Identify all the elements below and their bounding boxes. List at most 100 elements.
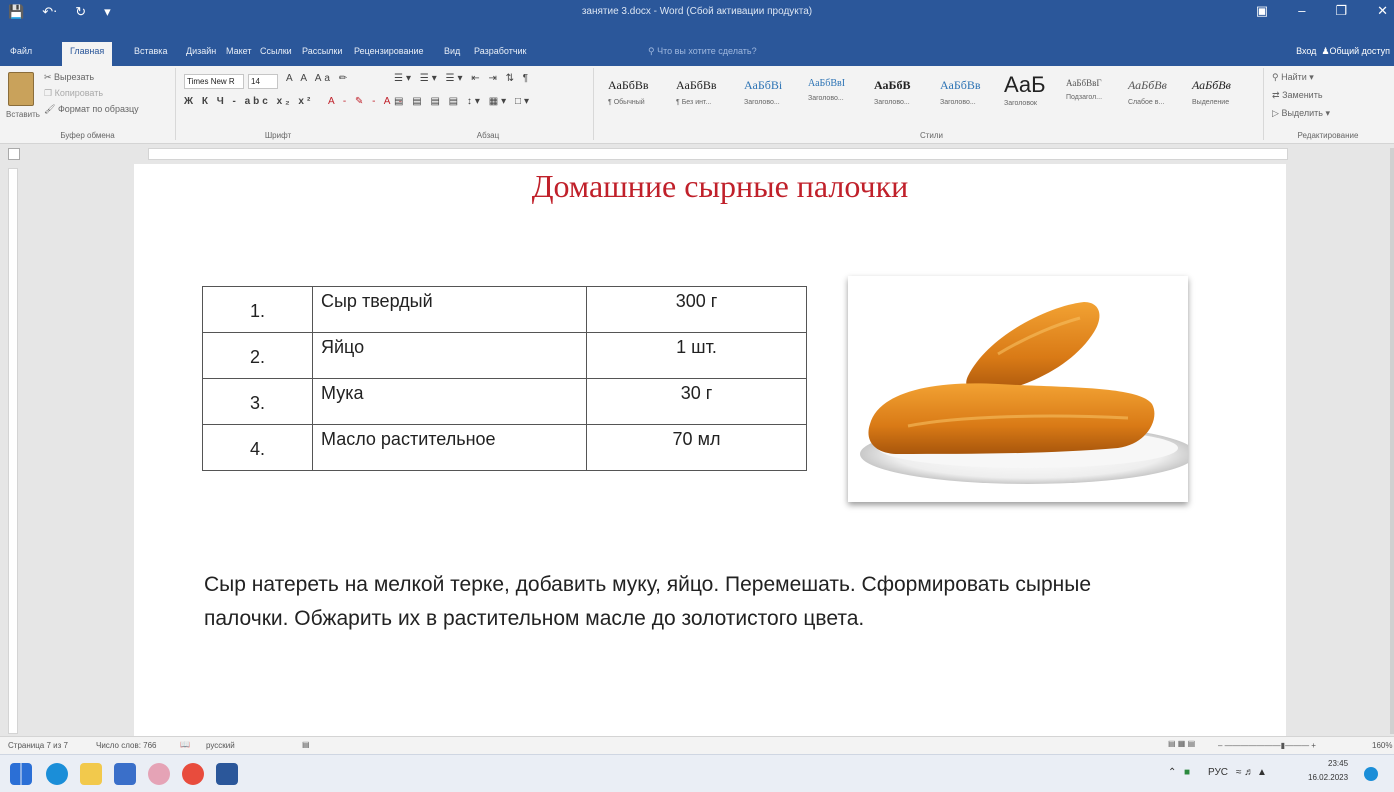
vertical-scrollbar[interactable]: [1390, 148, 1394, 734]
taskbar: ⌃ ■ РУС ≈ ♬ ▲ 23:45 16.02.2023: [0, 754, 1394, 792]
tab-insert[interactable]: Вставка: [134, 46, 167, 56]
ingredient-number: 1.: [202, 286, 313, 333]
ingredients-table: 1. Сыр твердый 300 г 2. Яйцо 1 шт. 3. Му…: [202, 286, 807, 471]
minimize-button[interactable]: –: [1298, 3, 1305, 19]
tab-developer[interactable]: Разработчик: [474, 46, 526, 56]
cheese-sticks-photo[interactable]: [848, 276, 1196, 502]
tab-references[interactable]: Ссылки: [260, 46, 292, 56]
network-volume-icons[interactable]: ≈ ♬ ▲: [1236, 767, 1267, 778]
ingredient-quantity: 70 мл: [586, 424, 807, 471]
tab-home[interactable]: Главная: [62, 42, 113, 66]
zoom-slider[interactable]: – ———————▮——— +: [1218, 741, 1316, 750]
style-item[interactable]: АаБбВ Заголово...: [874, 78, 910, 106]
title-bar: 💾 ↶⋅ ↻ ▾ занятие 3.docx - Word (Сбой акт…: [0, 0, 1394, 26]
cut-button[interactable]: ✂ Вырезать: [44, 72, 94, 83]
start-button[interactable]: [10, 763, 32, 785]
table-row: 3. Мука 30 г: [202, 378, 807, 425]
style-item[interactable]: АаБбВвГ Подзагол...: [1066, 78, 1102, 101]
style-item[interactable]: АаБбВв ¶ Без инт...: [676, 78, 717, 106]
keyboard-language[interactable]: РУС: [1208, 767, 1228, 778]
horizontal-ruler[interactable]: [148, 148, 1288, 160]
paste-button[interactable]: Вставить: [6, 110, 40, 119]
file-explorer-icon[interactable]: [80, 763, 102, 785]
style-item[interactable]: АаБбВвІ Заголово...: [808, 78, 845, 102]
account-area[interactable]: Вход ♟Общий доступ: [1296, 46, 1390, 57]
tab-review[interactable]: Рецензирование: [354, 46, 424, 56]
editing-label: Редактирование: [1297, 131, 1359, 140]
word-icon[interactable]: [216, 763, 238, 785]
format-painter-button[interactable]: 🖌 Формат по образцу: [44, 104, 139, 115]
tab-selector[interactable]: [8, 148, 20, 160]
ingredient-quantity: 30 г: [586, 378, 807, 425]
view-buttons[interactable]: ▤ ▦ ▤: [1168, 739, 1195, 748]
window-controls: ▣ – ❐ ✕: [1256, 3, 1388, 19]
notification-icon[interactable]: [1364, 767, 1378, 781]
restore-button[interactable]: ❐: [1335, 3, 1347, 19]
ribbon: Вставить ✂ Вырезать ❐ Копировать 🖌 Форма…: [0, 66, 1394, 144]
language-indicator[interactable]: русский: [206, 741, 235, 750]
chrome-icon[interactable]: [182, 763, 204, 785]
ingredient-number: 4.: [202, 424, 313, 471]
sign-in-link[interactable]: Вход: [1296, 46, 1316, 56]
share-button[interactable]: Общий доступ: [1330, 46, 1390, 56]
word-count[interactable]: Число слов: 766: [96, 741, 156, 750]
page-count[interactable]: Страница 7 из 7: [8, 741, 68, 750]
store-icon[interactable]: [114, 763, 136, 785]
document-page[interactable]: Домашние сырные палочки 1. Сыр твердый 3…: [134, 164, 1286, 736]
font-format-buttons[interactable]: Ж К Ч - abc x₂ x²: [184, 96, 313, 107]
ingredient-quantity: 1 шт.: [586, 332, 807, 379]
ingredient-quantity: 300 г: [586, 286, 807, 333]
lightbulb-icon: ⚲: [648, 46, 658, 56]
ribbon-display-options-icon[interactable]: ▣: [1256, 3, 1268, 19]
style-item[interactable]: АаБ Заголовок: [1004, 72, 1046, 107]
tab-design[interactable]: Дизайн: [186, 46, 216, 56]
proofing-icon[interactable]: 📖: [180, 740, 190, 749]
list-buttons[interactable]: ☰▾ ☰▾ ☰▾ ⇤ ⇥ ⇅ ¶: [394, 73, 531, 84]
tab-layout[interactable]: Макет: [226, 46, 251, 56]
style-item[interactable]: АаБбВв Слабое в...: [1128, 78, 1167, 106]
macro-icon[interactable]: ▤: [302, 740, 310, 749]
select-button[interactable]: ▷ Выделить ▾: [1272, 108, 1330, 119]
tab-view[interactable]: Вид: [444, 46, 460, 56]
app-icon[interactable]: [148, 763, 170, 785]
font-size-box[interactable]: 14: [248, 74, 278, 89]
status-bar: Страница 7 из 7 Число слов: 766 📖 русски…: [0, 736, 1394, 754]
ingredient-name: Яйцо: [312, 332, 587, 379]
edge-icon[interactable]: [46, 763, 68, 785]
styles-gallery: АаБбВв ¶ Обычный АаБбВв ¶ Без инт... АаБбВ…: [600, 68, 1264, 140]
style-item[interactable]: АаБбВв Заголово...: [940, 78, 981, 106]
tell-me-search[interactable]: ⚲ Что вы хотите сделать?: [648, 46, 757, 57]
font-size-buttons[interactable]: A A Aa ✏: [286, 73, 350, 84]
tray-chevron-icon[interactable]: ⌃: [1168, 767, 1176, 778]
person-icon: ♟: [1321, 46, 1330, 56]
tab-mailings[interactable]: Рассылки: [302, 46, 342, 56]
clipboard-label: Буфер обмена: [60, 131, 115, 140]
replace-icon: ⇄: [1272, 90, 1280, 100]
search-icon: ⚲: [1272, 72, 1279, 82]
vertical-ruler[interactable]: [8, 168, 18, 734]
instructions-paragraph: Сыр натереть на мелкой терке, добавить м…: [204, 573, 1092, 630]
clock-date: 16.02.2023: [1308, 773, 1349, 782]
style-item[interactable]: АаБбВв Выделение: [1192, 78, 1231, 106]
window-title: занятие 3.docx - Word (Сбой активации пр…: [581, 6, 813, 17]
paste-icon[interactable]: [8, 72, 34, 106]
tab-file[interactable]: Файл: [10, 46, 32, 56]
copy-button[interactable]: ❐ Копировать: [44, 88, 103, 99]
close-button[interactable]: ✕: [1377, 3, 1388, 19]
alignment-buttons[interactable]: ▤ ▤ ▤ ▤ ↕▾ ▦▾ □▾: [394, 96, 532, 107]
tray-app-icon[interactable]: ■: [1184, 767, 1190, 778]
find-button[interactable]: ⚲ Найти ▾: [1272, 72, 1314, 83]
style-item[interactable]: АаБбВв ¶ Обычный: [608, 78, 649, 106]
ingredient-name: Сыр твердый: [312, 286, 587, 333]
zoom-level[interactable]: 160%: [1372, 741, 1392, 750]
font-name-box[interactable]: Times New R: [184, 74, 244, 89]
ingredient-name: Масло растительное: [312, 424, 587, 471]
cursor-icon: ▷: [1272, 108, 1279, 118]
ingredient-number: 3.: [202, 378, 313, 425]
font-group: Times New R 14 A A Aa ✏ Ж К Ч - abc x₂ x…: [178, 68, 594, 140]
document-title: Домашние сырные палочки: [531, 168, 909, 204]
replace-button[interactable]: ⇄ Заменить: [1272, 90, 1323, 101]
table-row: 2. Яйцо 1 шт.: [202, 332, 807, 379]
clock[interactable]: 23:45 16.02.2023: [1308, 757, 1348, 785]
style-item[interactable]: АаБбВі Заголово...: [744, 78, 782, 106]
